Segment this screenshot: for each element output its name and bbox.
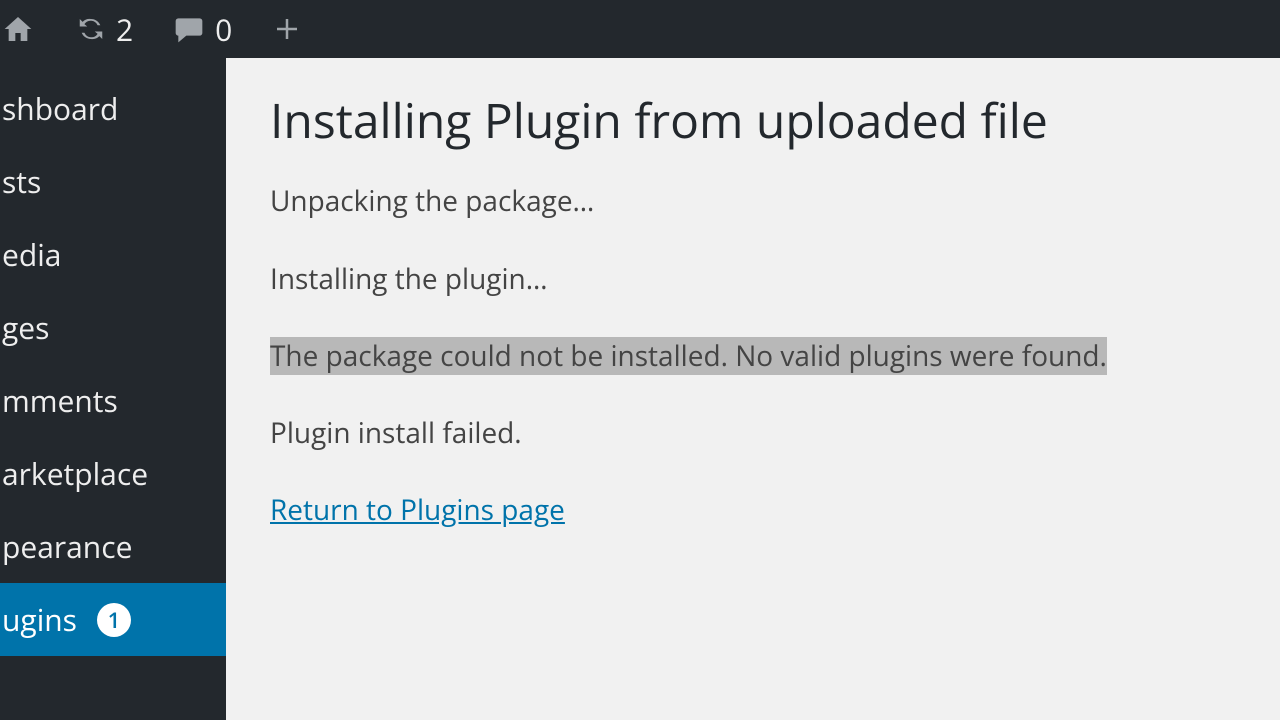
updates-button[interactable]: 2: [56, 0, 153, 58]
sidebar-item-label: arketplace: [2, 453, 148, 494]
sidebar-item-posts[interactable]: sts: [0, 145, 226, 218]
sidebar-item-label: pearance: [2, 526, 132, 567]
status-failed: Plugin install failed.: [270, 414, 1236, 453]
main-content: Installing Plugin from uploaded file Unp…: [226, 58, 1280, 720]
sidebar-item-pages[interactable]: ges: [0, 291, 226, 364]
sidebar-item-label: shboard: [2, 88, 118, 129]
new-content-button[interactable]: [252, 0, 322, 58]
status-unpacking: Unpacking the package…: [270, 182, 1236, 221]
sidebar-item-marketplace[interactable]: arketplace: [0, 437, 226, 510]
plus-icon: [272, 14, 302, 44]
sidebar-item-appearance[interactable]: pearance: [0, 510, 226, 583]
sidebar-item-label: ugins: [2, 599, 77, 640]
refresh-icon: [76, 14, 106, 44]
sidebar-item-comments[interactable]: mments: [0, 364, 226, 437]
comments-button[interactable]: 0: [153, 0, 252, 58]
page-title: Installing Plugin from uploaded file: [270, 90, 1236, 152]
sidebar-item-label: mments: [2, 380, 118, 421]
home-icon: [2, 13, 34, 45]
home-button[interactable]: [0, 0, 56, 58]
sidebar-item-label: ges: [2, 307, 49, 348]
comments-count: 0: [215, 9, 232, 50]
sidebar-item-media[interactable]: edia: [0, 218, 226, 291]
admin-toolbar: 2 0: [0, 0, 1280, 58]
plugins-update-badge: 1: [97, 603, 131, 637]
comment-icon: [173, 13, 205, 45]
sidebar-item-dashboard[interactable]: shboard: [0, 72, 226, 145]
status-error: The package could not be installed. No v…: [270, 337, 1236, 376]
sidebar-item-label: sts: [2, 161, 41, 202]
return-to-plugins-link[interactable]: Return to Plugins page: [270, 491, 565, 529]
updates-count: 2: [116, 9, 133, 50]
admin-sidebar: shboard sts edia ges mments arketplace p…: [0, 58, 226, 720]
sidebar-item-label: edia: [2, 234, 61, 275]
status-installing: Installing the plugin…: [270, 260, 1236, 299]
sidebar-item-plugins[interactable]: ugins 1: [0, 583, 226, 656]
